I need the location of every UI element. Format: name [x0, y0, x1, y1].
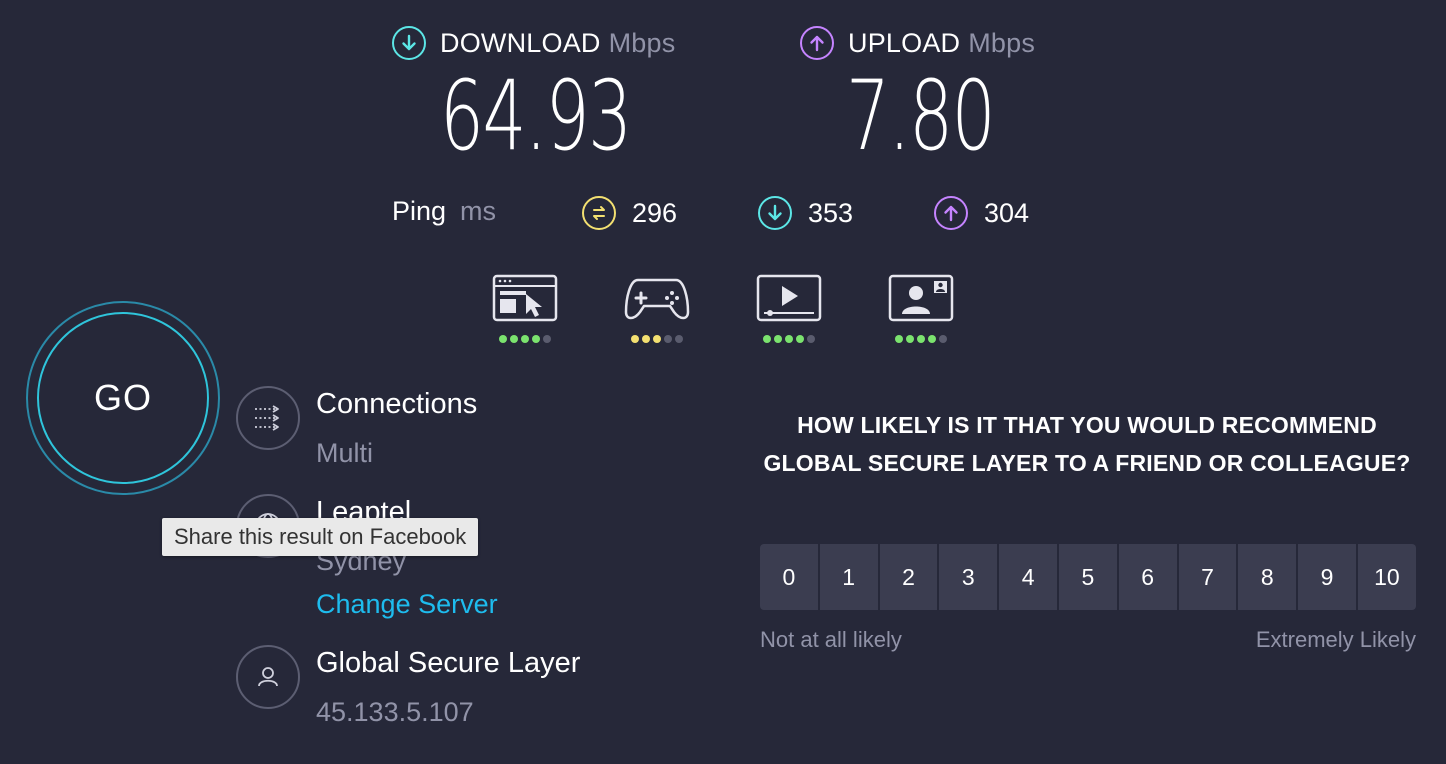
- ping-download-value: 353: [808, 197, 854, 228]
- scale-option-10[interactable]: 10: [1357, 544, 1416, 610]
- connections-icon: [236, 386, 300, 450]
- streaming-rating: [763, 335, 815, 343]
- ping-upload: 304: [934, 196, 1029, 230]
- ping-label: Ping: [392, 196, 447, 226]
- download-arrow-icon: [392, 26, 426, 60]
- ping-idle-value: 296: [632, 197, 678, 228]
- connections-title: Connections: [316, 388, 478, 420]
- scale-high-label: Extremely Likely: [1255, 627, 1416, 652]
- upload-header: UPLOAD Mbps: [800, 26, 1035, 60]
- rating-dot: [510, 335, 518, 343]
- ping-idle: 296: [582, 196, 677, 230]
- rating-dot: [675, 335, 683, 343]
- ping-upload-value: 304: [984, 197, 1030, 228]
- rating-dot: [785, 335, 793, 343]
- go-button-label: GO: [93, 377, 152, 418]
- change-server-link[interactable]: Change Server: [316, 589, 498, 620]
- video-call-icon: [888, 274, 954, 327]
- ping-unit: ms: [460, 196, 497, 226]
- scale-option-8[interactable]: 8: [1238, 544, 1297, 610]
- ping-download: 353: [758, 196, 853, 230]
- rating-dot: [543, 335, 551, 343]
- scale-option-6[interactable]: 6: [1118, 544, 1177, 610]
- activity-gaming[interactable]: [624, 274, 690, 343]
- rating-dot: [642, 335, 650, 343]
- upload-title: UPLOAD: [848, 27, 961, 58]
- upload-unit: Mbps: [968, 27, 1036, 58]
- rating-dot: [631, 335, 639, 343]
- rating-dot: [532, 335, 540, 343]
- gaming-icon: [624, 274, 690, 327]
- rating-dot: [774, 335, 782, 343]
- rating-dot: [664, 335, 672, 343]
- recommend-scale: 0 1 2 3 4 5 6 7 8 9 10: [760, 544, 1416, 610]
- rating-dot: [807, 335, 815, 343]
- streaming-icon: [756, 274, 822, 327]
- video-call-rating: [895, 335, 947, 343]
- go-button-ring: GO: [26, 301, 220, 495]
- upload-value: 7.80: [846, 60, 996, 172]
- download-header: DOWNLOAD Mbps: [392, 26, 675, 60]
- activity-streaming[interactable]: [756, 274, 822, 343]
- rating-dot: [895, 335, 903, 343]
- user-icon: [236, 645, 300, 709]
- download-unit: Mbps: [608, 27, 676, 58]
- scale-option-3[interactable]: 3: [939, 544, 998, 610]
- scale-option-4[interactable]: 4: [999, 544, 1057, 610]
- scale-option-0[interactable]: 0: [760, 544, 818, 610]
- rating-dot: [653, 335, 661, 343]
- scale-option-5[interactable]: 5: [1058, 544, 1117, 610]
- rating-dot: [928, 335, 936, 343]
- activity-web-browsing[interactable]: [492, 274, 558, 343]
- gaming-rating: [631, 335, 683, 343]
- ping-label-group: Ping ms: [392, 196, 496, 227]
- survey-question: HOW LIKELY IS IT THAT YOU WOULD RECOMMEN…: [763, 412, 1411, 476]
- facebook-share-tooltip: Share this result on Facebook: [162, 518, 479, 556]
- rating-dot: [763, 335, 771, 343]
- rating-dot: [939, 335, 947, 343]
- rating-dot: [917, 335, 925, 343]
- activity-video-call[interactable]: [888, 274, 954, 343]
- rating-dot: [906, 335, 914, 343]
- scale-low-label: Not at all likely: [760, 627, 902, 652]
- rating-dot: [499, 335, 507, 343]
- idle-latency-icon: [582, 196, 616, 230]
- provider-name: Global Secure Layer: [316, 647, 581, 679]
- web-browsing-rating: [499, 335, 551, 343]
- scale-option-1[interactable]: 1: [819, 544, 878, 610]
- web-browsing-icon: [492, 274, 558, 327]
- rating-dot: [521, 335, 529, 343]
- scale-option-2[interactable]: 2: [879, 544, 938, 610]
- download-value: 64.93: [440, 60, 632, 172]
- scale-option-7[interactable]: 7: [1178, 544, 1237, 610]
- download-latency-icon: [758, 196, 792, 230]
- rating-dot: [796, 335, 804, 343]
- go-button[interactable]: GO: [37, 312, 209, 484]
- provider-ip: 45.133.5.107: [316, 697, 474, 727]
- connections-value: Multi: [316, 438, 374, 468]
- upload-arrow-icon: [800, 26, 834, 60]
- upload-latency-icon: [934, 196, 968, 230]
- scale-option-9[interactable]: 9: [1298, 544, 1356, 610]
- download-title: DOWNLOAD: [440, 27, 601, 58]
